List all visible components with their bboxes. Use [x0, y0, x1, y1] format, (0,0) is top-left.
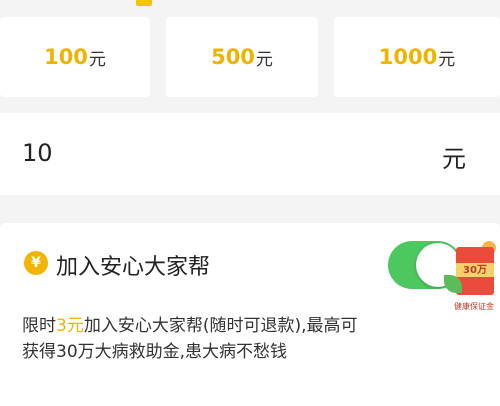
- badge-label: 健康保证金: [454, 302, 494, 311]
- custom-amount-input[interactable]: 10 元: [0, 113, 500, 195]
- plan-title: 加入安心大家帮: [56, 255, 211, 280]
- red-envelope-icon: 30万 健康保证金: [440, 241, 500, 321]
- desc-price: 3元: [56, 316, 84, 336]
- custom-amount-value[interactable]: 10: [22, 139, 53, 167]
- amount-value: 100: [44, 45, 88, 69]
- amount-option-1000[interactable]: 1000 元: [334, 17, 500, 97]
- amount-value: 1000: [378, 45, 438, 69]
- tab-indicator: [136, 0, 152, 6]
- plan-description: 限时3元加入安心大家帮(随时可退款),最高可获得30万大病救助金,患大病不愁钱: [22, 313, 362, 365]
- amount-option-100[interactable]: 100 元: [0, 17, 150, 97]
- amount-unit: 元: [438, 49, 456, 70]
- amount-unit: 元: [255, 49, 273, 70]
- custom-amount-unit: 元: [442, 145, 466, 173]
- badge-amount: 30万: [463, 265, 487, 276]
- yen-icon: ¥: [24, 251, 48, 275]
- amount-value: 500: [211, 45, 255, 69]
- amount-unit: 元: [88, 49, 106, 70]
- amount-option-500[interactable]: 500 元: [166, 17, 318, 97]
- top-strip: [0, 0, 500, 8]
- desc-prefix: 限时: [22, 316, 56, 336]
- plan-card: ¥ 加入安心大家帮 30万 健康保证金 限时3元加入安心大家帮(随时可退款),最…: [0, 223, 500, 406]
